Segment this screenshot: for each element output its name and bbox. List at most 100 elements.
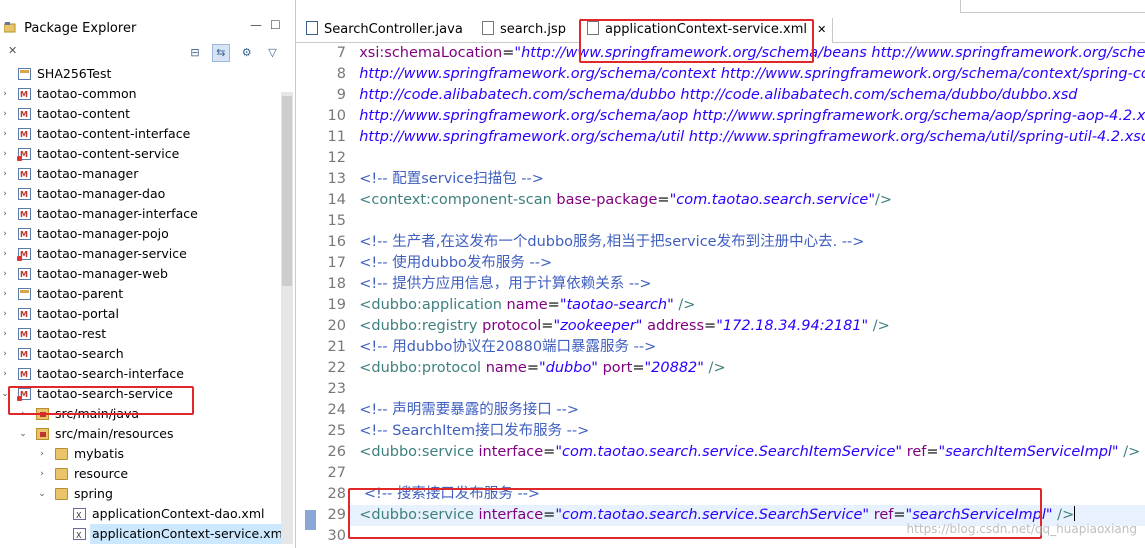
code-line[interactable]: <!-- 声明需要暴露的服务接口 --> [350,400,1145,421]
code-line[interactable]: http://www.springframework.org/schema/co… [350,64,1145,85]
collapsed-arrow-icon[interactable]: › [0,264,10,284]
tree-item-label: applicationContext-dao.xml [92,506,265,521]
code-line[interactable]: <!-- SearchItem接口发布服务 --> [350,421,1145,442]
tree-item[interactable]: › taotao-search-interface [0,364,280,385]
code-line[interactable]: http://code.alibabatech.com/schema/dubbo… [350,85,1145,106]
code-token: <!-- 用dubbo协议在20880端口暴露服务 --> [350,339,657,355]
collapsed-arrow-icon[interactable]: › [0,204,10,224]
code-token: protocol [482,318,542,334]
code-line[interactable] [350,379,1145,400]
tab-label: SearchController.java [324,22,463,37]
tree-item[interactable]: › taotao-parent [0,284,280,304]
tree-item-label: taotao-search-interface [37,366,184,381]
tree-item[interactable]: › taotao-manager-interface [0,204,280,225]
collapsed-arrow-icon[interactable]: › [0,364,10,384]
tree-item[interactable]: › taotao-content-interface [0,124,280,145]
code-token: /> [1052,507,1075,523]
tab-label: search.jsp [500,22,566,37]
tree-item[interactable]: applicationContext-dao.xml [0,504,280,526]
tree-item[interactable]: applicationContext-service.xml [0,524,289,546]
tree-item[interactable]: › taotao-rest [0,324,280,345]
link-with-editor-icon[interactable]: ⇆ [211,44,230,62]
collapsed-arrow-icon[interactable]: › [0,104,10,124]
tree-item[interactable]: › taotao-manager-web [0,264,280,285]
code-line[interactable]: <!-- 配置service扫描包 --> [350,169,1145,190]
collapsed-arrow-icon[interactable]: › [0,224,10,244]
tree-item[interactable]: › taotao-search [0,344,280,365]
collapsed-arrow-icon[interactable]: › [37,464,47,484]
code-line[interactable]: <!-- 用dubbo协议在20880端口暴露服务 --> [350,337,1145,358]
collapsed-arrow-icon[interactable]: › [0,304,10,324]
collapsed-arrow-icon[interactable]: › [0,244,10,264]
close-icon[interactable]: ✕ [817,23,826,36]
package-explorer-icon [3,19,16,33]
tree-item[interactable]: › taotao-common [0,84,280,105]
minimize-icon[interactable]: — [250,18,262,32]
code-line[interactable]: <!-- 提供方应用信息，用于计算依赖关系 --> [350,274,1145,295]
line-number: 10 [327,108,346,124]
collapsed-arrow-icon[interactable]: › [37,444,47,464]
java-file-icon [306,21,318,35]
code-token: <!-- 配置service扫描包 --> [350,171,544,187]
maximize-icon[interactable]: ☐ [270,18,281,32]
scrollbar-thumb[interactable] [282,96,292,286]
code-line[interactable] [350,211,1145,232]
collapsed-arrow-icon[interactable]: › [0,124,10,144]
collapsed-arrow-icon[interactable]: › [0,184,10,204]
collapsed-arrow-icon[interactable]: › [0,344,10,364]
code-line[interactable] [350,463,1145,484]
tree-item[interactable]: SHA256Test [0,64,280,84]
code-token: = [526,360,539,376]
tree-item[interactable]: › resource [0,464,280,484]
tree-item[interactable]: › taotao-manager-pojo [0,224,280,245]
text-cursor [1074,506,1076,521]
tree-item[interactable]: › mybatis [0,444,280,464]
collapsed-arrow-icon[interactable]: › [0,284,10,304]
tab-search-jsp[interactable]: search.jsp [482,18,566,42]
code-line[interactable] [350,148,1145,169]
project-icon [17,145,31,165]
collapsed-arrow-icon[interactable]: › [0,84,10,104]
code-line[interactable]: <dubbo:protocol name="dubbo" port="20882… [350,358,1145,379]
view-menu-icon[interactable]: ▽ [263,44,281,62]
collapsed-arrow-icon[interactable]: › [0,324,10,344]
tree-item[interactable]: › taotao-manager-dao [0,184,280,205]
line-number: 22 [327,360,346,376]
code-line[interactable]: <!-- 生产者,在这发布一个dubbo服务,相当于把service发布到注册中… [350,232,1145,253]
code-token: name [485,360,527,376]
code-token: /> [1118,444,1141,460]
collapsed-arrow-icon[interactable]: › [0,144,10,164]
tree-item[interactable]: › taotao-portal [0,304,280,325]
tree-item[interactable]: › taotao-content-service [0,144,280,165]
tree-item[interactable]: › taotao-manager [0,164,280,185]
highlight-box-project [8,386,194,415]
tree-item[interactable]: › taotao-content [0,104,280,125]
tree-item[interactable]: ⌄ src/main/resources [0,424,280,444]
tab-searchcontroller-java[interactable]: SearchController.java [306,18,463,42]
perspective-bar [960,0,1145,13]
code-token: base-package [556,192,658,208]
code-line[interactable]: http://www.springframework.org/schema/ao… [350,106,1145,127]
collapsed-arrow-icon[interactable]: › [0,164,10,184]
tree-item-label: taotao-manager [37,166,139,181]
code-token: <dubbo:registry [350,318,483,334]
folder-icon [55,488,68,500]
code-token: = [547,297,560,313]
code-editor[interactable]: xsi:schemaLocation="http://www.springfra… [350,43,1145,547]
code-line[interactable]: <dubbo:service interface="com.taotao.sea… [350,442,1145,463]
package-explorer-tab[interactable]: Package Explorer ✕ [0,18,144,57]
close-icon[interactable]: ✕ [8,44,17,57]
code-line[interactable]: http://www.springframework.org/schema/ut… [350,127,1145,148]
package-explorer-scrollbar[interactable] [281,92,293,544]
code-line[interactable]: <!-- 使用dubbo发布服务 --> [350,253,1145,274]
filters-icon[interactable]: ⚙ [238,44,256,62]
tree-item[interactable]: ⌄ spring [0,484,280,504]
code-line[interactable]: <context:component-scan base-package="co… [350,190,1145,211]
code-line[interactable]: <dubbo:application name="taotao-search" … [350,295,1145,316]
collapse-all-icon[interactable]: ⊟ [186,44,204,62]
code-line[interactable]: <dubbo:registry protocol="zookeeper" add… [350,316,1145,337]
xml-file-icon [73,526,86,546]
expanded-arrow-icon[interactable]: ⌄ [18,424,28,444]
expanded-arrow-icon[interactable]: ⌄ [37,484,47,504]
tree-item[interactable]: › taotao-manager-service [0,244,280,265]
